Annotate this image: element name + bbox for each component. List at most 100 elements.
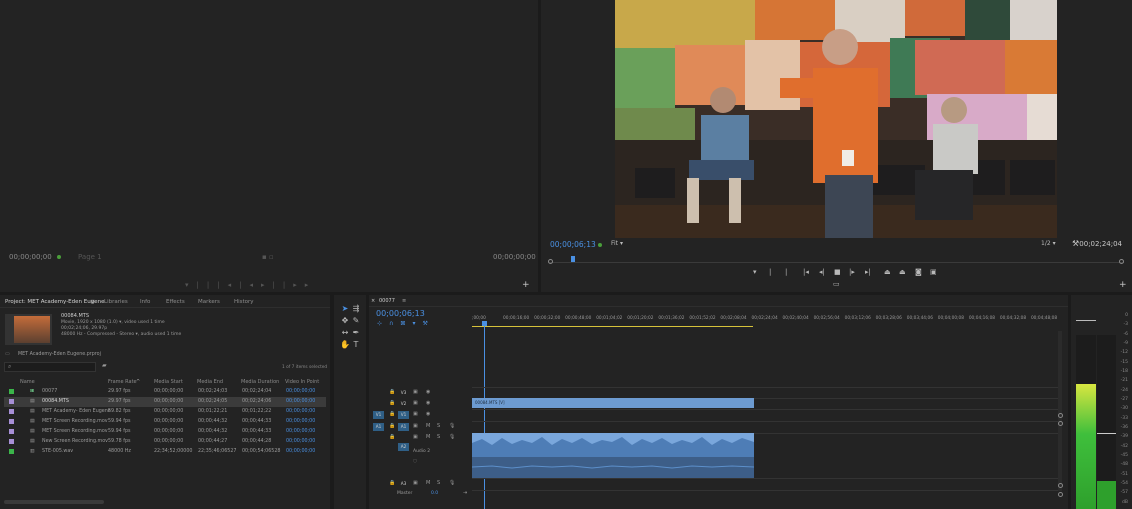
video-clip[interactable]: 00084.MTS [V] xyxy=(472,398,754,408)
zoom-handle-left[interactable] xyxy=(548,259,553,264)
list-item[interactable]: ⊞ 00077 29.97 fps 00;00;00;00 00;02;24;0… xyxy=(4,387,326,397)
list-item[interactable]: ▤ 00084.MTS 29.97 fps 00;00;00;00 00;02;… xyxy=(4,397,326,407)
sync-lock-icon[interactable]: ▣ xyxy=(413,434,418,440)
item-video-in-point[interactable]: 00;00;00;00 xyxy=(286,389,315,394)
lock-icon[interactable]: 🔒 xyxy=(389,423,395,429)
ripple-edit-tool-icon[interactable]: ✥ xyxy=(340,316,350,326)
solo-button[interactable]: S xyxy=(437,434,440,440)
program-playhead[interactable] xyxy=(571,256,575,262)
sync-lock-icon[interactable]: ▣ xyxy=(413,423,418,429)
slip-tool-icon[interactable]: ↔ xyxy=(340,328,350,338)
sequence-tab[interactable]: 00077 xyxy=(379,298,395,304)
step-back-icon[interactable]: ◂| xyxy=(819,268,825,276)
source-patch-a1[interactable]: A1 xyxy=(373,423,384,431)
item-video-in-point[interactable]: 00;00;00;00 xyxy=(286,399,315,404)
track-label-v1[interactable]: V1 xyxy=(398,411,409,419)
microphone-icon[interactable]: 🎙 xyxy=(449,434,455,440)
work-area-bar[interactable] xyxy=(472,326,753,327)
col-media-end[interactable]: Media End xyxy=(197,379,223,385)
selection-tool-icon[interactable]: ➤ xyxy=(340,304,350,314)
add-marker-icon[interactable]: ▾ xyxy=(753,268,757,276)
microphone-icon[interactable]: 🎙 xyxy=(449,423,455,429)
razor-tool-icon[interactable]: ✎ xyxy=(351,316,361,326)
lock-icon[interactable]: 🔒 xyxy=(389,434,395,440)
timeline-playhead-line[interactable] xyxy=(484,326,485,509)
source-timecode-left[interactable]: 00;00;00;00 xyxy=(9,253,52,261)
tab-history[interactable]: History xyxy=(234,299,254,305)
source-settings-icon[interactable]: ▪ ▫ xyxy=(262,253,274,261)
source-transport-controls[interactable]: ▾|||◂|◂▸||▸▸ xyxy=(185,281,316,289)
mute-button[interactable]: M xyxy=(426,423,430,429)
sync-lock-icon[interactable]: ▣ xyxy=(413,400,418,406)
item-video-in-point[interactable]: 00;00;00;00 xyxy=(286,449,315,454)
safe-margins-icon[interactable]: ▭ xyxy=(833,280,840,288)
source-page-label[interactable]: Page 1 xyxy=(78,253,102,261)
go-to-out-icon[interactable]: ▸| xyxy=(865,268,871,276)
sync-lock-icon[interactable]: ▣ xyxy=(413,411,418,417)
sort-ascending-icon[interactable]: ^ xyxy=(136,379,140,385)
timeline-menu-icon[interactable]: ≡ xyxy=(402,298,406,304)
new-bin-icon[interactable]: ▰ xyxy=(102,362,107,369)
col-name[interactable]: Name xyxy=(20,379,35,385)
lock-icon[interactable]: 🔒 xyxy=(389,400,395,406)
scroll-handle-icon[interactable] xyxy=(1058,483,1063,488)
timeline-vertical-scrollbar[interactable] xyxy=(1058,331,1062,491)
lock-icon[interactable]: 🔒 xyxy=(389,480,395,486)
master-volume-value[interactable]: 0.0 xyxy=(431,491,438,496)
sync-lock-icon[interactable]: ▣ xyxy=(413,480,418,486)
eye-icon[interactable]: ◉ xyxy=(426,400,430,406)
sync-lock-icon[interactable]: ▣ xyxy=(413,389,418,395)
item-video-in-point[interactable]: 00;00;00;00 xyxy=(286,419,315,424)
time-ruler[interactable]: ;00;00 00;00;16;00 00;00;32;00 00;00;48;00 0… xyxy=(472,295,1062,325)
track-label-a3[interactable]: A3 xyxy=(398,480,409,488)
track-label-a1[interactable]: A1 xyxy=(398,423,409,431)
list-item[interactable]: ▤ MET Academy- Eden Eugene 59.82 fps 00;… xyxy=(4,407,326,417)
timeline-option-icons[interactable]: ⊹∩⊠▾⚒ xyxy=(377,320,437,327)
track-label-v3[interactable]: V3 xyxy=(398,389,409,397)
list-item[interactable]: ▤ MET Screen Recording.mov 59.94 fps 00;… xyxy=(4,427,326,437)
solo-button[interactable]: S xyxy=(437,423,440,429)
audio-clip[interactable] xyxy=(472,433,754,478)
fit-dropdown[interactable]: Fit ▾ xyxy=(611,240,623,247)
volume-knob-icon[interactable]: ◌ xyxy=(413,459,417,464)
step-forward-icon[interactable]: |▸ xyxy=(849,268,855,276)
project-horizontal-scrollbar[interactable] xyxy=(4,500,104,504)
comparison-view-icon[interactable]: ▣ xyxy=(930,268,937,276)
project-search-input[interactable]: ⌕ xyxy=(4,362,96,372)
solo-button[interactable]: S xyxy=(437,480,440,486)
mute-button[interactable]: M xyxy=(426,480,430,486)
mark-out-icon[interactable]: | xyxy=(785,268,787,276)
scroll-handle-icon[interactable] xyxy=(1058,413,1063,418)
extract-icon[interactable]: ⏏ xyxy=(899,268,906,276)
source-timecode-right[interactable]: 00;00;00;00 xyxy=(493,253,536,261)
eye-icon[interactable]: ◉ xyxy=(426,411,430,417)
wrench-icon[interactable]: ⚒ xyxy=(1072,239,1079,248)
sequence-close-icon[interactable]: × xyxy=(371,298,375,304)
mute-button[interactable]: M xyxy=(426,434,430,440)
col-frame-rate[interactable]: Frame Rate xyxy=(108,379,137,385)
eye-icon[interactable]: ◉ xyxy=(426,389,430,395)
source-patch-v1[interactable]: V1 xyxy=(373,411,384,419)
panel-menu-icon[interactable]: ≡ xyxy=(90,298,95,305)
tab-effects[interactable]: Effects xyxy=(166,299,185,305)
program-scrub-bar[interactable] xyxy=(549,262,1124,263)
go-to-in-icon[interactable]: |◂ xyxy=(803,268,809,276)
type-tool-icon[interactable]: T xyxy=(351,340,361,350)
track-label-a2[interactable]: A2 xyxy=(398,443,409,451)
program-timecode[interactable]: 00;00;06;13 xyxy=(550,240,596,249)
col-media-start[interactable]: Media Start xyxy=(154,379,183,385)
lift-icon[interactable]: ⏏ xyxy=(884,268,891,276)
list-item[interactable]: ▤ New Screen Recording.mov 59.78 fps 00;… xyxy=(4,437,326,447)
timeline-timecode[interactable]: 00;00;06;13 xyxy=(376,309,425,318)
scroll-handle-icon[interactable] xyxy=(1058,421,1063,426)
tab-info[interactable]: Info xyxy=(140,299,150,305)
export-frame-icon[interactable]: ◙ xyxy=(915,268,922,276)
item-video-in-point[interactable]: 00;00;00;00 xyxy=(286,409,315,414)
quality-dropdown[interactable]: 1/2 ▾ xyxy=(1041,240,1056,247)
lock-icon[interactable]: 🔒 xyxy=(389,389,395,395)
scroll-handle-icon[interactable] xyxy=(1058,492,1063,497)
program-add-button-icon[interactable]: + xyxy=(1119,280,1127,290)
stop-icon[interactable]: ■ xyxy=(834,268,841,276)
list-item[interactable]: ▥ STE-005.wav 48000 Hz 22;34;52;00000 22… xyxy=(4,447,326,457)
hand-tool-icon[interactable]: ✋ xyxy=(340,340,350,350)
